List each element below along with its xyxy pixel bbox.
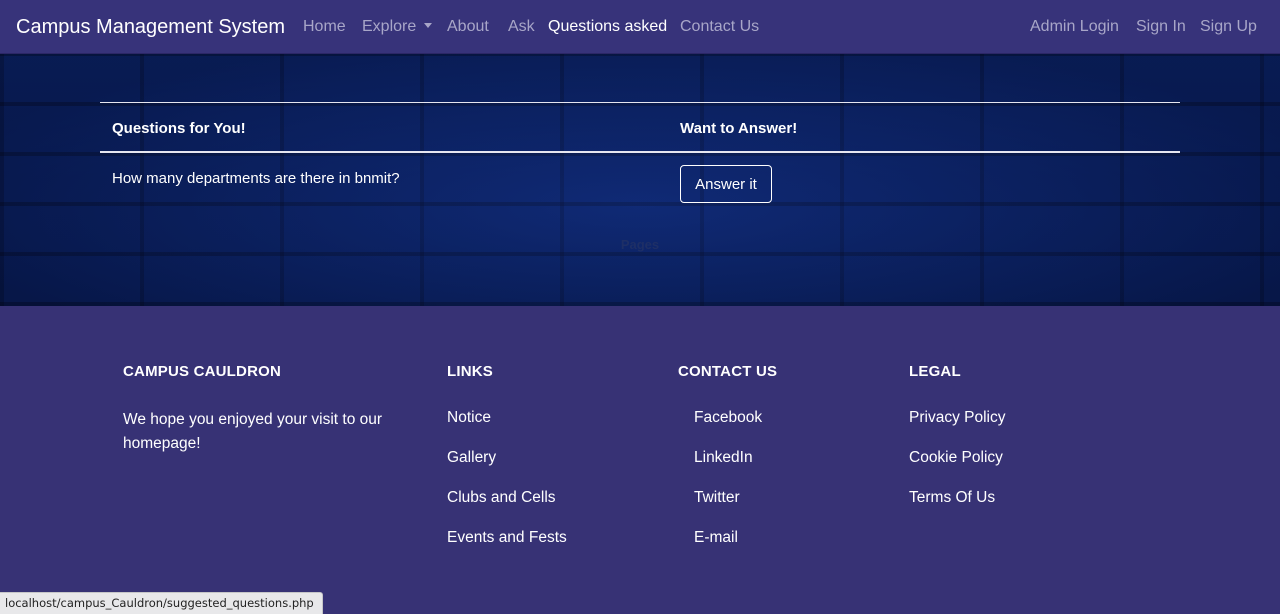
brand-link[interactable]: Campus Management System [16,15,285,39]
footer-about-heading: CAMPUS CAULDRON [123,363,281,380]
footer-link-linkedin[interactable]: LinkedIn [694,448,777,468]
footer-link-notice[interactable]: Notice [447,408,567,428]
navbar: Campus Management System Home Explore Ab… [0,0,1280,54]
footer-link-twitter[interactable]: Twitter [694,488,777,508]
pages-label: Pages [620,237,660,252]
nav-sign-in[interactable]: Sign In [1136,17,1186,37]
nav-questions-asked[interactable]: Questions asked [548,17,667,37]
browser-status-url: localhost/campus_Cauldron/suggested_ques… [0,592,323,614]
footer-contact-heading: CONTACT US [678,363,778,380]
column-header-answer: Want to Answer! [680,120,798,137]
footer-legal-heading: LEGAL [909,363,961,380]
footer-contact-column: CONTACT US Facebook LinkedIn Twitter E-m… [678,363,777,568]
footer-about-column: CAMPUS CAULDRON We hope you enjoyed your… [123,363,383,456]
column-header-question: Questions for You! [112,120,246,137]
question-text: How many departments are there in bnmit? [112,170,400,187]
caret-down-icon [424,23,433,28]
footer-link-clubs[interactable]: Clubs and Cells [447,488,567,508]
table-top-border [100,102,1180,103]
footer-link-events[interactable]: Events and Fests [447,528,567,548]
nav-admin-login[interactable]: Admin Login [1030,17,1119,37]
nav-about[interactable]: About [447,17,489,37]
footer-link-privacy[interactable]: Privacy Policy [909,408,1005,428]
nav-home[interactable]: Home [303,17,346,37]
footer-link-facebook[interactable]: Facebook [694,408,777,428]
footer-link-terms[interactable]: Terms Of Us [909,488,1005,508]
footer-about-text: We hope you enjoyed your visit to our ho… [123,411,383,452]
answer-it-button[interactable]: Answer it [680,165,772,203]
questions-section: Questions for You! Want to Answer! How m… [0,54,1280,306]
nav-sign-up[interactable]: Sign Up [1200,17,1257,37]
table-header-border [100,151,1180,153]
nav-explore-label: Explore [362,18,417,35]
footer: CAMPUS CAULDRON We hope you enjoyed your… [0,306,1280,614]
nav-contact[interactable]: Contact Us [680,17,759,37]
footer-link-cookie[interactable]: Cookie Policy [909,448,1005,468]
footer-links-heading: LINKS [447,363,493,380]
footer-links-column: LINKS Notice Gallery Clubs and Cells Eve… [447,363,567,568]
footer-link-gallery[interactable]: Gallery [447,448,567,468]
footer-link-email[interactable]: E-mail [694,528,777,548]
footer-legal-column: LEGAL Privacy Policy Cookie Policy Terms… [909,363,1005,528]
nav-explore-dropdown[interactable]: Explore [362,17,433,37]
nav-ask[interactable]: Ask [508,17,535,37]
